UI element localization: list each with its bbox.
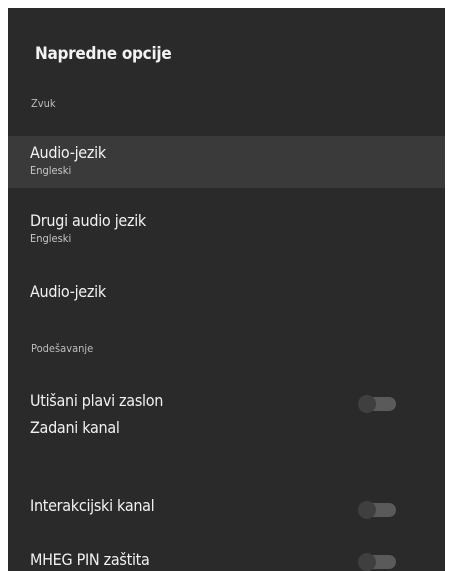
menu-item-label: Drugi audio jezik <box>30 211 146 230</box>
menu-item-label: MHEG PIN zaštita <box>30 550 150 569</box>
menu-item-label: Zadani kanal <box>30 418 120 437</box>
advanced-options-panel: Napredne opcije Zvuk Audio-jezik Englesk… <box>8 8 445 571</box>
menu-item-value: Engleski <box>30 164 72 177</box>
menu-item-mheg-pin-protection[interactable]: MHEG PIN zaštita <box>8 540 445 571</box>
toggle-knob <box>358 501 376 519</box>
menu-item-interactive-channel[interactable]: Interakcijski kanal <box>8 486 445 530</box>
mheg-pin-protection-toggle[interactable] <box>358 553 396 571</box>
menu-item-audio-language[interactable]: Audio-jezik Engleski <box>8 136 445 188</box>
toggle-knob <box>358 395 376 413</box>
menu-item-audio-language-2[interactable]: Audio-jezik <box>8 270 445 314</box>
menu-item-label: Utišani plavi zaslon <box>30 391 164 410</box>
menu-item-value: Engleski <box>30 232 72 245</box>
menu-item-second-audio-language[interactable]: Drugi audio jezik Engleski <box>8 204 445 254</box>
muted-blue-screen-toggle[interactable] <box>358 395 396 413</box>
section-header-sound: Zvuk <box>31 97 56 110</box>
panel-title: Napredne opcije <box>35 44 172 64</box>
menu-item-default-channel[interactable]: Zadani kanal <box>8 412 445 456</box>
menu-item-label: Audio-jezik <box>30 282 106 301</box>
section-header-settings: Podešavanje <box>31 342 94 355</box>
toggle-knob <box>358 553 376 571</box>
interactive-channel-toggle[interactable] <box>358 501 396 519</box>
menu-item-label: Audio-jezik <box>30 143 106 162</box>
menu-item-label: Interakcijski kanal <box>30 496 155 515</box>
